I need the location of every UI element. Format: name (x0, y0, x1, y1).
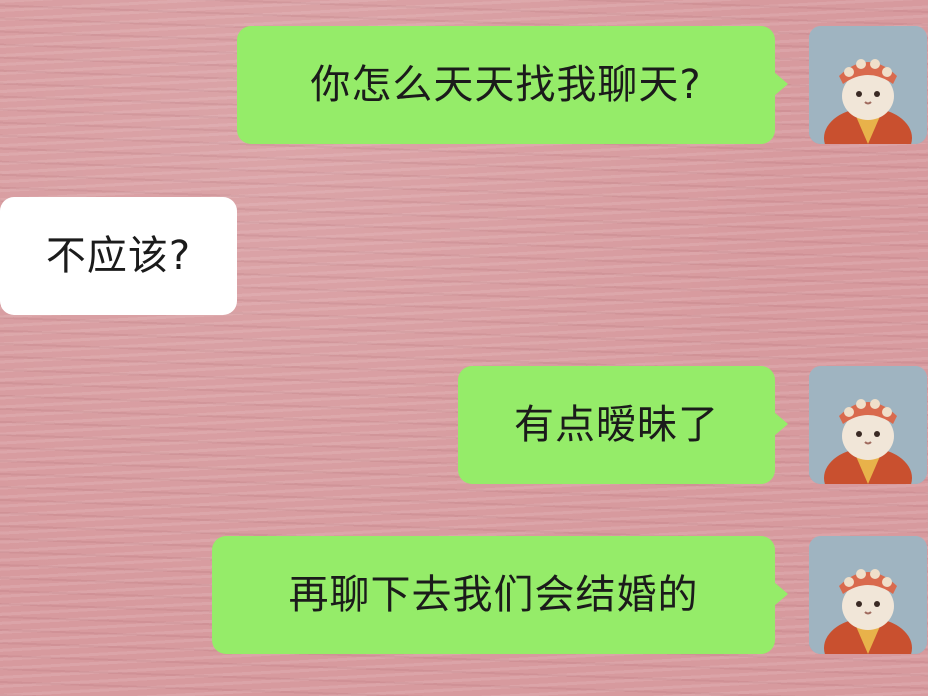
avatar[interactable] (809, 26, 927, 144)
cat-monk-avatar-icon (809, 536, 927, 654)
message-text: 你怎么天天找我聊天? (310, 62, 702, 108)
cat-monk-avatar-icon (809, 26, 927, 144)
message-text: 再聊下去我们会结婚的 (288, 572, 699, 618)
message-bubble-sent[interactable]: 再聊下去我们会结婚的 (212, 536, 775, 654)
cat-monk-avatar-icon (809, 366, 927, 484)
avatar[interactable] (809, 536, 927, 654)
message-text: 不应该? (45, 233, 192, 279)
bubble-tail (774, 412, 788, 436)
message-bubble-sent[interactable]: 你怎么天天找我聊天? (237, 26, 775, 144)
message-bubble-sent[interactable]: 有点暧昧了 (458, 366, 775, 484)
bubble-tail (774, 582, 788, 606)
message-text: 有点暧昧了 (514, 402, 719, 448)
bubble-tail (774, 72, 788, 96)
chat-area: 你怎么天天找我聊天? 不应该? 有点暧昧了 再聊下去我们会结婚的 (0, 0, 928, 696)
message-bubble-received[interactable]: 不应该? (0, 197, 237, 315)
avatar[interactable] (809, 366, 927, 484)
